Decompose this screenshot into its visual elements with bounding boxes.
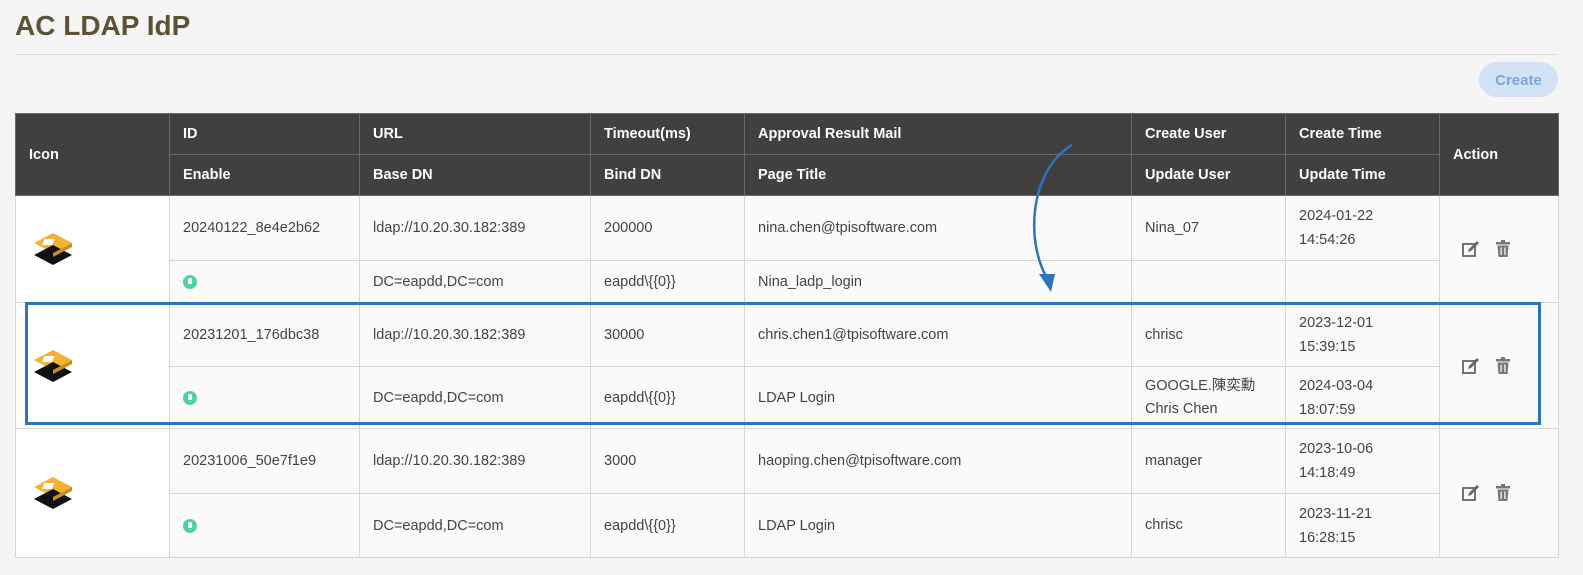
- trash-icon[interactable]: [1493, 356, 1513, 376]
- cell-id: 20231201_176dbc38: [169, 302, 360, 367]
- header-row-1: Icon ID URL Timeout(ms) Approval Result …: [15, 113, 1559, 196]
- stacked-layers-logo-icon: [34, 477, 72, 509]
- cell-page-title: LDAP Login: [744, 366, 1132, 429]
- update-user-line-1: GOOGLE.陳奕勳: [1145, 377, 1256, 394]
- cell-create-user: manager: [1131, 428, 1286, 494]
- col-header-create-user: Create User: [1131, 113, 1286, 155]
- stacked-layers-logo-icon: [34, 349, 72, 382]
- cell-enable: [169, 366, 360, 429]
- row-icon-cell: [15, 428, 170, 558]
- col-header-icon: Icon: [15, 113, 170, 196]
- row-icon-cell: [15, 302, 170, 429]
- cell-enable: [169, 493, 360, 558]
- cell-url: ldap://10.20.30.182:389: [359, 195, 591, 261]
- cell-base-dn: DC=eapdd,DC=com: [359, 493, 591, 558]
- cell-create-user: chrisc: [1131, 302, 1286, 367]
- cell-create-user: Nina_07: [1131, 195, 1286, 261]
- create-button[interactable]: Create: [1479, 62, 1558, 97]
- create-date: 2023-12-01: [1299, 314, 1374, 331]
- table-row: DC=eapdd,DC=com eapdd\{{0}} LDAP Login G…: [16, 366, 1559, 429]
- edit-icon[interactable]: [1461, 239, 1481, 259]
- col-header-update-time: Update Time: [1285, 154, 1440, 196]
- create-date: 2024-01-22: [1299, 208, 1374, 224]
- table-row: 20231006_50e7f1e9 ldap://10.20.30.182:38…: [15, 428, 1559, 558]
- table-row: 20231201_176dbc38 ldap://10.20.30.182:38…: [15, 302, 1559, 429]
- col-header-bind-dn: Bind DN: [590, 154, 745, 196]
- col-header-create-time: Create Time: [1285, 113, 1440, 155]
- cell-approval-mail: haoping.chen@tpisoftware.com: [744, 428, 1132, 494]
- cell-enable: [169, 260, 360, 303]
- col-header-approval-mail: Approval Result Mail: [744, 113, 1132, 155]
- cell-bind-dn: eapdd\{{0}}: [590, 493, 745, 558]
- create-date: 2023-10-06: [1299, 441, 1374, 457]
- table-row: DC=eapdd,DC=com eapdd\{{0}} Nina_ladp_lo…: [16, 260, 1559, 303]
- col-header-page-title: Page Title: [744, 154, 1132, 196]
- cell-page-title: Nina_ladp_login: [744, 260, 1132, 303]
- edit-icon[interactable]: [1461, 356, 1481, 376]
- cell-timeout: 30000: [590, 302, 745, 367]
- stacked-layers-logo-icon: [34, 233, 72, 265]
- col-header-enable: Enable: [169, 154, 360, 196]
- cell-update-user: chrisc: [1131, 493, 1286, 558]
- cell-page-title: LDAP Login: [744, 493, 1132, 558]
- col-header-timeout: Timeout(ms): [590, 113, 745, 155]
- cell-action: [1439, 302, 1559, 429]
- update-date: 2024-03-04: [1299, 377, 1374, 394]
- create-clock: 14:54:26: [1299, 232, 1356, 248]
- cell-id: 20240122_8e4e2b62: [169, 195, 360, 261]
- col-header-action: Action: [1439, 113, 1559, 196]
- update-clock: 18:07:59: [1299, 401, 1356, 418]
- col-header-url: URL: [359, 113, 591, 155]
- table-row: DC=eapdd,DC=com eapdd\{{0}} LDAP Login c…: [16, 493, 1559, 558]
- cell-approval-mail: chris.chen1@tpisoftware.com: [744, 302, 1132, 367]
- create-clock: 14:18:49: [1299, 465, 1356, 481]
- idp-table: Icon ID URL Timeout(ms) Approval Result …: [15, 113, 1559, 558]
- cell-create-time: 2023-10-06 14:18:49: [1285, 428, 1440, 494]
- trash-icon[interactable]: [1493, 239, 1513, 259]
- header-row-2: Enable Base DN Bind DN Page Title Update…: [16, 154, 1559, 196]
- cell-url: ldap://10.20.30.182:389: [359, 302, 591, 367]
- cell-action: [1439, 195, 1559, 303]
- cell-bind-dn: eapdd\{{0}}: [590, 260, 745, 303]
- cell-url: ldap://10.20.30.182:389: [359, 428, 591, 494]
- enabled-status-icon: [183, 518, 197, 533]
- col-header-id: ID: [169, 113, 360, 155]
- edit-icon[interactable]: [1461, 483, 1481, 503]
- title-divider: [15, 54, 1558, 55]
- cell-base-dn: DC=eapdd,DC=com: [359, 366, 591, 429]
- cell-bind-dn: eapdd\{{0}}: [590, 366, 745, 429]
- cell-update-time: 2023-11-21 16:28:15: [1285, 493, 1440, 558]
- create-clock: 15:39:15: [1299, 338, 1356, 355]
- update-date: 2023-11-21: [1299, 505, 1373, 522]
- enabled-status-icon: [183, 390, 197, 405]
- cell-action: [1439, 428, 1559, 558]
- col-header-update-user: Update User: [1131, 154, 1286, 196]
- row-icon-cell: [15, 195, 170, 303]
- table-row: 20240122_8e4e2b62 ldap://10.20.30.182:38…: [15, 195, 1559, 303]
- cell-timeout: 3000: [590, 428, 745, 494]
- update-user-line-1: chrisc: [1145, 517, 1183, 533]
- cell-update-time: 2024-03-04 18:07:59: [1285, 366, 1440, 429]
- page-title: AC LDAP IdP: [15, 10, 191, 41]
- enabled-status-icon: [183, 274, 197, 289]
- cell-update-time: [1285, 260, 1440, 303]
- cell-timeout: 200000: [590, 195, 745, 261]
- update-clock: 16:28:15: [1299, 529, 1356, 546]
- cell-update-user: [1131, 260, 1286, 303]
- cell-approval-mail: nina.chen@tpisoftware.com: [744, 195, 1132, 261]
- update-user-line-2: Chris Chen: [1145, 400, 1218, 417]
- trash-icon[interactable]: [1493, 483, 1513, 503]
- col-header-base-dn: Base DN: [359, 154, 591, 196]
- cell-update-user: GOOGLE.陳奕勳 Chris Chen: [1131, 366, 1286, 429]
- cell-base-dn: DC=eapdd,DC=com: [359, 260, 591, 303]
- cell-id: 20231006_50e7f1e9: [169, 428, 360, 494]
- cell-create-time: 2024-01-22 14:54:26: [1285, 195, 1440, 261]
- cell-create-time: 2023-12-01 15:39:15: [1285, 302, 1440, 367]
